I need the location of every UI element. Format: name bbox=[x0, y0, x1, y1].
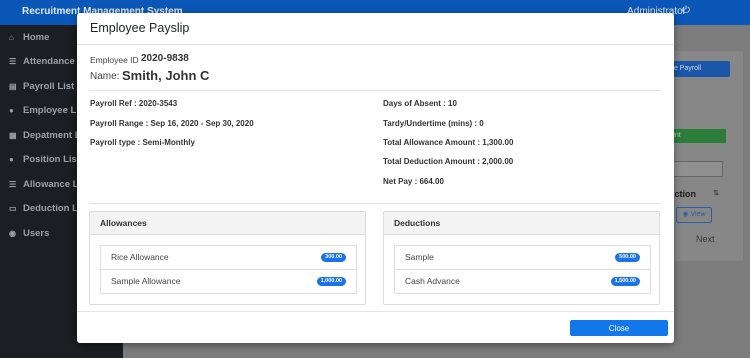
doc-icon: ▤ bbox=[9, 81, 17, 91]
modal-header: Employee Payslip bbox=[77, 13, 674, 45]
employee-id: 2020-9838 bbox=[141, 53, 189, 64]
net-pay: Net Pay : 664.00 bbox=[383, 177, 444, 186]
allowances-card: Allowances Rice Allowance 300.00 Sample A… bbox=[89, 211, 366, 305]
building-icon: ▦ bbox=[9, 130, 17, 140]
action-column-header[interactable]: Action ⇅ bbox=[668, 183, 723, 205]
amount-badge: 300.00 bbox=[321, 253, 346, 262]
list-icon: ☰ bbox=[9, 57, 17, 67]
amount-badge: 1,500.00 bbox=[610, 277, 640, 286]
list-item: Rice Allowance 300.00 bbox=[100, 245, 357, 270]
users-icon: ◉ bbox=[9, 228, 16, 238]
payroll-type: Payroll type : Semi-Monthly bbox=[90, 138, 195, 147]
power-icon[interactable]: ⏻ bbox=[682, 5, 690, 16]
tardy-undertime: Tardy/Undertime (mins) : 0 bbox=[383, 119, 484, 128]
sidebar-item-label: Position List bbox=[23, 154, 80, 166]
sidebar-item-label: Attendance bbox=[23, 56, 75, 68]
list-item: Sample 500.00 bbox=[394, 245, 651, 270]
item-label: Sample Allowance bbox=[111, 276, 181, 286]
deductions-list: Sample 500.00 Cash Advance 1,500.00 bbox=[394, 245, 651, 294]
payroll-card bbox=[668, 51, 743, 261]
item-label: Sample bbox=[405, 252, 434, 262]
list-item: Sample Allowance 1,000.00 bbox=[100, 269, 357, 294]
employee-id-label: Employee ID bbox=[90, 55, 139, 65]
sidebar-item-label: Payroll List bbox=[23, 80, 75, 92]
amount-badge: 500.00 bbox=[615, 253, 640, 262]
view-label: View bbox=[690, 211, 706, 218]
divider bbox=[89, 90, 661, 91]
deductions-title: Deductions bbox=[384, 212, 659, 235]
card-icon: ▭ bbox=[9, 204, 17, 214]
divider bbox=[89, 203, 661, 204]
eye-icon: ◉ bbox=[682, 211, 689, 218]
user-icon: ● bbox=[9, 106, 14, 116]
sidebar-item-label: Users bbox=[23, 227, 50, 239]
payroll-range: Payroll Range : Sep 16, 2020 - Sep 30, 2… bbox=[90, 119, 254, 128]
sort-icon: ⇅ bbox=[713, 190, 719, 197]
list-item: Cash Advance 1,500.00 bbox=[394, 269, 651, 294]
payslip-modal: Employee Payslip Employee ID 2020-9838 N… bbox=[77, 13, 674, 343]
list-icon: ☰ bbox=[9, 179, 17, 189]
total-deduction: Total Deduction Amount : 2,000.00 bbox=[383, 157, 514, 166]
amount-badge: 1,000.00 bbox=[316, 277, 346, 286]
allowances-title: Allowances bbox=[90, 212, 365, 235]
employee-name: Smith, John C bbox=[122, 68, 210, 83]
days-absent: Days of Absent : 10 bbox=[383, 99, 457, 108]
close-button[interactable]: Close bbox=[570, 320, 668, 336]
view-button[interactable]: ◉ View bbox=[676, 207, 712, 223]
modal-title: Employee Payslip bbox=[90, 21, 190, 35]
name-label: Name: bbox=[90, 71, 120, 82]
search-input[interactable] bbox=[668, 161, 723, 177]
home-icon: ⌂ bbox=[9, 32, 14, 42]
allowances-list: Rice Allowance 300.00 Sample Allowance 1,0… bbox=[100, 245, 357, 294]
user-icon: ● bbox=[9, 155, 14, 165]
item-label: Cash Advance bbox=[405, 276, 460, 286]
sidebar-item-label: Home bbox=[23, 31, 50, 43]
item-label: Rice Allowance bbox=[111, 252, 169, 262]
total-allowance: Total Allowance Amount : 1,300.00 bbox=[383, 138, 514, 147]
deductions-card: Deductions Sample 500.00 Cash Advance 1,50… bbox=[383, 211, 660, 305]
print-button[interactable]: rint bbox=[668, 129, 726, 143]
next-page-link[interactable]: Next bbox=[696, 234, 715, 244]
payroll-ref: Payroll Ref : 2020-3543 bbox=[90, 99, 178, 108]
modal-footer bbox=[77, 311, 674, 312]
